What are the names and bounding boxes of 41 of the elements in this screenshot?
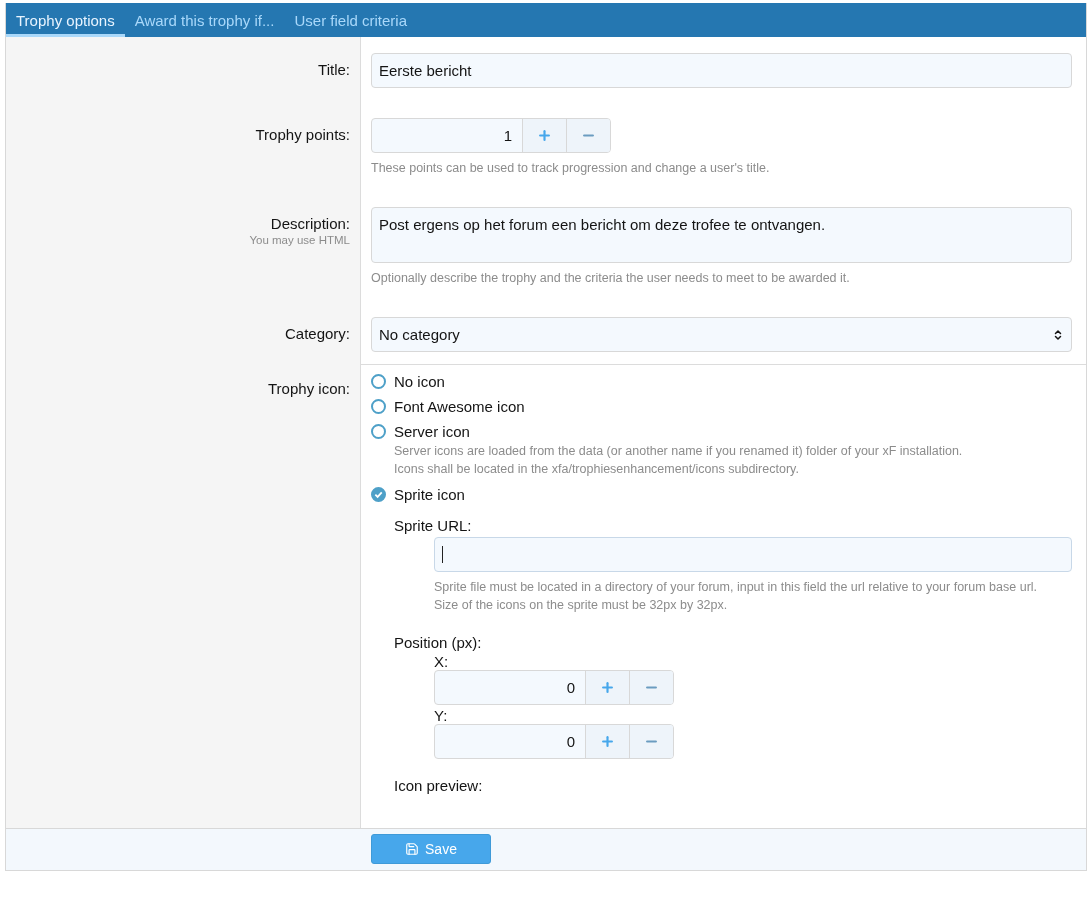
field-sublabel: You may use HTML: [249, 234, 350, 246]
decrement-button[interactable]: [566, 119, 610, 152]
category-select[interactable]: No category: [371, 317, 1072, 352]
title-field[interactable]: Eerste bericht: [371, 53, 1072, 88]
number-value: 1: [502, 126, 513, 146]
radio-option[interactable]: Font Awesome icon: [371, 398, 1072, 415]
increment-button[interactable]: [522, 119, 566, 152]
number-value: 0: [565, 678, 576, 698]
save-icon: [405, 842, 420, 856]
increment-button[interactable]: [585, 671, 629, 704]
number-field[interactable]: 0: [434, 724, 674, 759]
field-label: Description:: [270, 215, 350, 232]
field-label: Category:: [284, 325, 350, 342]
field-hint: Optionally describe the trophy and the criteria the user needs to meet to be awarded it.: [371, 270, 851, 287]
plus-icon: [600, 680, 615, 695]
number-field[interactable]: 1: [371, 118, 611, 153]
number-value: 0: [565, 732, 576, 752]
coordinate-label: X:: [434, 653, 450, 670]
text-cursor: [442, 546, 443, 563]
option-hint: Server icons are loaded from the data (or another name if you renamed it) folder of your xF installation. Icons shall be located in the xfa/trophiesenhancement/icons subdirectory.: [394, 443, 964, 478]
radio-option[interactable]: Server icon: [371, 423, 1072, 440]
number-field[interactable]: 0: [434, 670, 674, 705]
decrement-button[interactable]: [629, 671, 673, 704]
increment-button[interactable]: [585, 725, 629, 758]
position-label: Position (px):: [394, 634, 483, 651]
radio-option[interactable]: No icon: [371, 373, 1072, 390]
coordinate-label: Y:: [434, 707, 449, 724]
dropdown-icon: [1052, 328, 1064, 341]
sprite-url-field[interactable]: [434, 537, 1072, 572]
icon-preview-label: Icon preview:: [394, 777, 484, 796]
sprite-url-label: Sprite URL:: [394, 517, 473, 534]
field-label: Trophy points:: [255, 126, 350, 143]
plus-icon: [537, 128, 552, 143]
plus-icon: [600, 734, 615, 749]
radio-option[interactable]: Sprite icon: [371, 486, 1072, 503]
field-label: Trophy icon:: [268, 380, 350, 397]
field-label: Title:: [318, 61, 350, 78]
field-hint: These points can be used to track progression and change a user's title.: [371, 160, 771, 177]
field-hint: Sprite file must be located in a directory of your forum, input in this field the url relative to your forum base url. Size of the icons on the sprite must be 32px by 32px.: [434, 579, 1039, 614]
description-field[interactable]: Post ergens op het forum een bericht om deze trofee te ontvangen.: [371, 207, 1072, 263]
decrement-button[interactable]: [629, 725, 673, 758]
